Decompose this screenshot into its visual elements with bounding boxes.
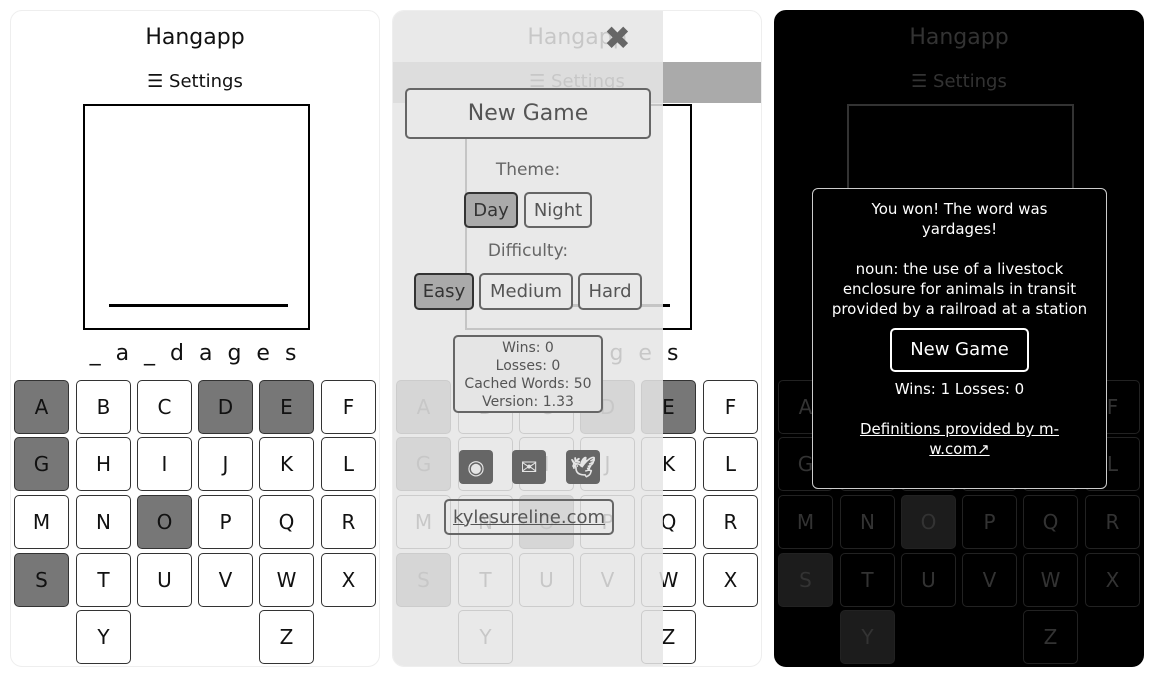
key-s[interactable]: S <box>14 553 69 607</box>
theme-night-button[interactable]: Night <box>524 192 592 228</box>
key-l[interactable]: L <box>703 437 758 491</box>
result-message: You won! The word was yardages! <box>871 200 1048 238</box>
key-n[interactable]: N <box>76 495 131 549</box>
losses-stat: Losses: 0 <box>495 358 561 374</box>
key-w[interactable]: W <box>1023 553 1078 607</box>
hamburger-icon: ☰ <box>911 71 928 92</box>
key-d[interactable]: D <box>198 380 253 434</box>
key-c[interactable]: C <box>137 380 192 434</box>
key-o[interactable]: O <box>901 495 956 549</box>
key-l[interactable]: L <box>321 437 376 491</box>
win-modal: You won! The word was yardages! noun: th… <box>812 188 1107 489</box>
key-x[interactable]: X <box>703 553 758 607</box>
version-stat: Version: 1.33 <box>482 394 574 410</box>
key-f[interactable]: F <box>703 380 758 434</box>
key-i[interactable]: I <box>137 437 192 491</box>
gallows-canvas <box>83 104 310 330</box>
key-u[interactable]: U <box>137 553 192 607</box>
key-g[interactable]: G <box>14 437 69 491</box>
settings-button[interactable]: ☰ Settings <box>11 71 379 92</box>
key-p[interactable]: P <box>198 495 253 549</box>
word-display: _ a _ d a g e s <box>89 341 301 366</box>
key-x[interactable]: X <box>321 553 376 607</box>
theme-day-button[interactable]: Day <box>464 192 518 228</box>
app-title: Hangapp <box>145 25 245 50</box>
credit-text: Definitions provided by m-w.com <box>859 420 1060 458</box>
key-z[interactable]: Z <box>1023 610 1078 664</box>
key-t[interactable]: T <box>840 553 895 607</box>
cached-words-stat: Cached Words: 50 <box>464 376 592 392</box>
key-a[interactable]: A <box>14 380 69 434</box>
theme-label: Theme: <box>495 160 561 180</box>
key-h[interactable]: H <box>76 437 131 491</box>
game-screen-settings-open: Hangapp ☰ Settings _ a _ d a g e s ZYXWV… <box>392 10 762 667</box>
definition-text: noun: the use of a livestock enclosure f… <box>831 260 1088 318</box>
key-e[interactable]: E <box>259 380 314 434</box>
settings-label: Settings <box>169 71 243 92</box>
gallows-base <box>109 304 288 307</box>
key-m[interactable]: M <box>778 495 833 549</box>
twitter-icon[interactable]: 🕊 <box>566 450 600 484</box>
difficulty-medium-button[interactable]: Medium <box>479 273 573 310</box>
key-s[interactable]: S <box>778 553 833 607</box>
close-x-icon[interactable]: ✖ <box>604 19 631 57</box>
key-y[interactable]: Y <box>840 610 895 664</box>
key-t[interactable]: T <box>76 553 131 607</box>
key-w[interactable]: W <box>259 553 314 607</box>
game-screen-day: Hangapp ☰ Settings _ a _ d a g e s Z Y XWV… <box>10 10 380 667</box>
difficulty-hard-button[interactable]: Hard <box>578 273 642 310</box>
settings-label: Settings <box>933 71 1007 92</box>
key-b[interactable]: B <box>76 380 131 434</box>
key-n[interactable]: N <box>840 495 895 549</box>
key-j[interactable]: J <box>198 437 253 491</box>
external-link-icon: ↗ <box>977 440 990 458</box>
key-r[interactable]: R <box>321 495 376 549</box>
definitions-credit-link[interactable]: Definitions provided by m-w.com↗ <box>827 419 1092 459</box>
key-y[interactable]: Y <box>76 610 131 664</box>
settings-button[interactable]: ☰ Settings <box>775 71 1143 92</box>
github-icon[interactable]: ◉ <box>459 450 493 484</box>
stats-box: Wins: 0 Losses: 0 Cached Words: 50 Versi… <box>453 335 603 413</box>
key-x[interactable]: X <box>1085 553 1140 607</box>
email-icon[interactable]: ✉ <box>512 450 546 484</box>
website-link[interactable]: kylesureline.com <box>444 499 614 535</box>
key-f[interactable]: F <box>321 380 376 434</box>
key-v[interactable]: V <box>198 553 253 607</box>
key-m[interactable]: M <box>14 495 69 549</box>
game-screen-night-won: Hangapp ☰ Settings ZYXWVUTSRQPONMLKJIHGF… <box>774 10 1144 667</box>
key-k[interactable]: K <box>259 437 314 491</box>
settings-drawer: ✖ New Game Theme: Day Night Difficulty: … <box>393 11 663 666</box>
app-title: Hangapp <box>909 25 1009 50</box>
new-game-button[interactable]: New Game <box>405 88 651 139</box>
difficulty-easy-button[interactable]: Easy <box>414 273 474 310</box>
difficulty-label: Difficulty: <box>487 241 569 261</box>
key-q[interactable]: Q <box>259 495 314 549</box>
key-p[interactable]: P <box>962 495 1017 549</box>
key-z[interactable]: Z <box>259 610 314 664</box>
hamburger-icon: ☰ <box>147 71 164 92</box>
key-u[interactable]: U <box>901 553 956 607</box>
key-o[interactable]: O <box>137 495 192 549</box>
new-game-button[interactable]: New Game <box>890 328 1029 372</box>
stats-text: Wins: 1 Losses: 0 <box>894 380 1025 398</box>
wins-stat: Wins: 0 <box>502 340 554 356</box>
key-v[interactable]: V <box>962 553 1017 607</box>
key-q[interactable]: Q <box>1023 495 1078 549</box>
key-r[interactable]: R <box>703 495 758 549</box>
key-r[interactable]: R <box>1085 495 1140 549</box>
